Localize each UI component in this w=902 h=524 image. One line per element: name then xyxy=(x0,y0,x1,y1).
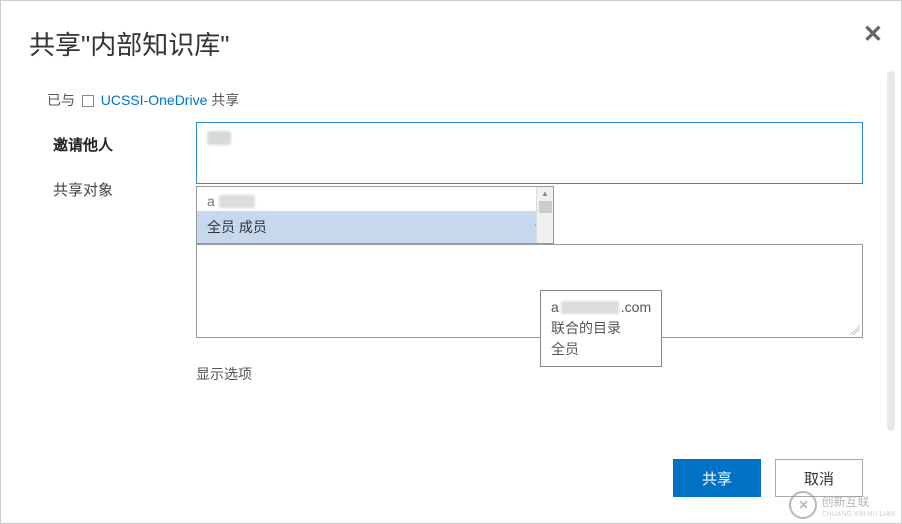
close-icon[interactable]: ✕ xyxy=(863,23,883,47)
scroll-up-icon[interactable]: ▲ xyxy=(537,187,553,201)
logo-text: 创新互联 xyxy=(821,495,869,509)
share-button[interactable]: 共享 xyxy=(673,459,761,497)
tooltip-line3: 全员 xyxy=(551,339,651,360)
show-options-link[interactable]: 显示选项 xyxy=(196,364,863,384)
message-textarea[interactable] xyxy=(196,244,863,338)
shared-suffix: 共享 xyxy=(211,92,239,108)
tooltip-line2: 联合的目录 xyxy=(551,318,651,339)
dropdown-scrollbar[interactable]: ▲ xyxy=(536,187,553,243)
logo-subtext: CHUANG XIN HU LIAN xyxy=(821,511,895,518)
dialog-scrollbar[interactable] xyxy=(887,71,895,431)
shared-link[interactable]: UCSSI-OneDrive xyxy=(101,92,208,108)
sidebar: 邀请他人 共享对象 xyxy=(1,122,196,384)
suggestion-label: 全员 成员 xyxy=(207,217,267,237)
scroll-thumb[interactable] xyxy=(539,201,552,213)
tooltip-suffix: .com xyxy=(621,297,651,318)
logo-icon: ✕ xyxy=(789,491,817,519)
redacted-text xyxy=(561,301,619,314)
shared-checkbox[interactable] xyxy=(82,95,94,107)
suggestion-item-selected[interactable]: 全员 成员 ▼ xyxy=(197,211,553,243)
logo-watermark: ✕ 创新互联 CHUANG XIN HU LIAN xyxy=(789,491,895,519)
tooltip-prefix: a xyxy=(551,297,559,318)
shared-prefix: 已与 xyxy=(47,92,75,108)
shared-with-row: 已与 UCSSI-OneDrive 共享 xyxy=(1,62,901,110)
share-dialog: ✕ 共享"内部知识库" 已与 UCSSI-OneDrive 共享 邀请他人 共享… xyxy=(0,0,902,524)
sidebar-item-shared-with[interactable]: 共享对象 xyxy=(45,167,196,212)
people-input[interactable] xyxy=(196,122,863,184)
main-area: ▲ a 全员 成员 ▼ a .com xyxy=(196,122,901,384)
suggestion-dropdown: ▲ a 全员 成员 ▼ xyxy=(196,186,554,244)
suggestion-tooltip: a .com 联合的目录 全员 xyxy=(540,290,662,367)
suggestion-prefix: a xyxy=(207,193,215,209)
sidebar-item-invite[interactable]: 邀请他人 xyxy=(45,122,196,167)
resize-handle-icon[interactable] xyxy=(850,325,860,335)
suggestion-item-1[interactable]: a xyxy=(197,187,553,211)
redacted-text xyxy=(207,131,231,145)
redacted-text xyxy=(219,195,255,208)
dialog-title: 共享"内部知识库" xyxy=(1,1,901,62)
